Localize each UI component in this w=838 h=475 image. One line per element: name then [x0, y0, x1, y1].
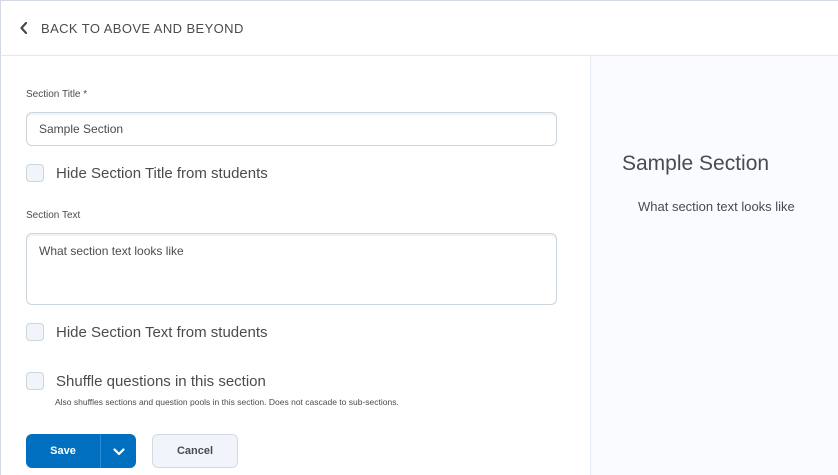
shuffle-questions-help-text: Also shuffles sections and question pool…	[55, 397, 399, 407]
save-button[interactable]: Save	[26, 434, 100, 468]
section-title-label: Section Title *	[26, 89, 88, 100]
section-title-input[interactable]	[26, 112, 557, 146]
save-options-button[interactable]	[101, 434, 136, 468]
preview-section-text: What section text looks like	[638, 199, 795, 214]
hide-section-title-option[interactable]: Hide Section Title from students	[26, 164, 268, 182]
section-text-input[interactable]: What section text looks like	[26, 233, 557, 305]
back-link-label: BACK TO ABOVE AND BEYOND	[41, 20, 244, 36]
preview-section-title: Sample Section	[622, 152, 770, 175]
save-button-group: Save	[26, 434, 136, 468]
hide-section-title-label: Hide Section Title from students	[56, 164, 268, 182]
chevron-left-icon	[17, 21, 31, 35]
shuffle-questions-option[interactable]: Shuffle questions in this section	[26, 372, 266, 390]
hide-section-text-label: Hide Section Text from students	[56, 323, 268, 341]
shuffle-questions-checkbox[interactable]	[26, 372, 44, 390]
hide-section-text-checkbox[interactable]	[26, 323, 44, 341]
back-link[interactable]: BACK TO ABOVE AND BEYOND	[17, 21, 244, 36]
shuffle-questions-label: Shuffle questions in this section	[56, 372, 266, 390]
section-preview-panel	[590, 56, 838, 475]
section-text-label: Section Text	[26, 210, 81, 221]
chevron-down-icon	[112, 444, 125, 459]
hide-section-title-checkbox[interactable]	[26, 164, 44, 182]
hide-section-text-option[interactable]: Hide Section Text from students	[26, 323, 268, 341]
top-navigation-bar: BACK TO ABOVE AND BEYOND	[0, 0, 838, 56]
cancel-button[interactable]: Cancel	[152, 434, 238, 468]
